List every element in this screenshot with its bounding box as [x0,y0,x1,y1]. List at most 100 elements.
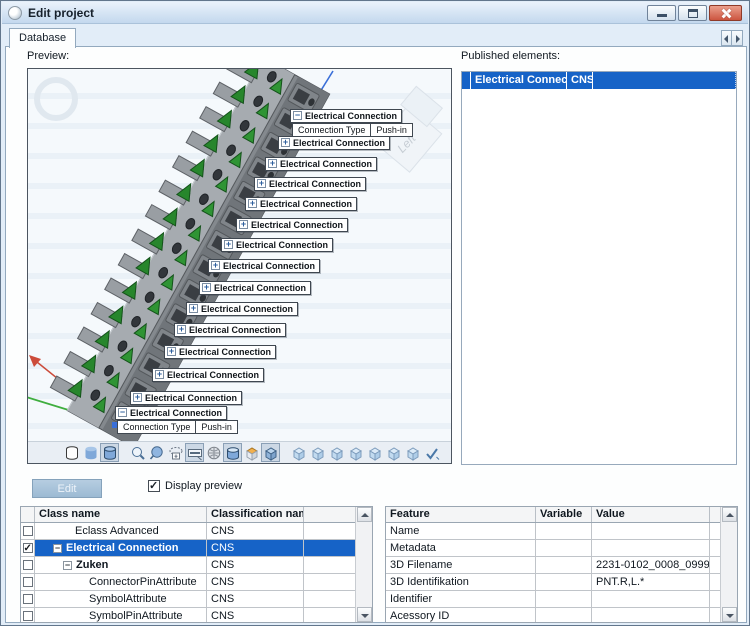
scroll-down-button[interactable] [722,607,737,622]
expand-icon[interactable]: + [268,159,277,168]
close-button[interactable] [709,5,742,21]
collapse-icon[interactable]: − [63,561,72,570]
class-row[interactable]: SymbolAttributeCNS [21,591,372,608]
checkbox-checked-icon[interactable] [148,480,160,492]
collapse-icon[interactable]: − [118,408,127,417]
column-header[interactable]: Classification name [207,507,304,522]
titlebar[interactable]: Edit project [2,2,748,24]
zoom-sphere-button[interactable] [147,443,166,462]
checkbox-unchecked-icon[interactable] [23,560,33,570]
view-cube-top-button[interactable] [365,443,384,462]
preview-3d-viewport[interactable]: Left −Electrical ConnectionConnection Ty… [27,68,452,464]
expand-icon[interactable]: + [224,240,233,249]
checkbox-checked-icon[interactable] [23,543,33,553]
class-table[interactable]: Class nameClassification nameEclass Adva… [20,506,373,623]
connection-callout[interactable]: +Electrical Connection [152,364,264,382]
class-row[interactable]: −Electrical ConnectionCNS [21,540,372,557]
column-header[interactable]: Class name [35,507,207,522]
expand-icon[interactable]: + [239,220,248,229]
section-cylinder-button[interactable] [223,443,242,462]
expand-icon[interactable]: + [133,393,142,402]
connection-callout[interactable]: +Electrical Connection [164,341,276,359]
row-checkbox-cell[interactable] [21,608,35,623]
connection-callout[interactable]: +Electrical Connection [265,153,377,171]
published-elements-list[interactable]: Electrical ConnectionCNS [461,71,737,465]
feature-row[interactable]: Identifier [386,591,737,608]
view-cube-left-button[interactable] [327,443,346,462]
view-cube-iso-button[interactable] [403,443,422,462]
published-element-row[interactable]: Electrical ConnectionCNS [462,72,736,89]
shaded-cylinder-button[interactable] [81,443,100,462]
orbit-button[interactable] [166,443,185,462]
expand-icon[interactable]: + [177,325,186,334]
scroll-up-button[interactable] [357,507,372,522]
wireframe-cylinder-button[interactable] [62,443,81,462]
feature-table[interactable]: FeatureVariableValueNameMetadata3D Filen… [385,506,738,623]
column-header[interactable]: Value [592,507,710,522]
scroll-up-button[interactable] [722,507,737,522]
connection-callout[interactable]: +Electrical Connection [245,193,357,211]
expand-icon[interactable]: + [202,283,211,292]
column-header[interactable] [304,507,357,522]
mesh-sphere-button[interactable] [204,443,223,462]
tab-scroll-left-button[interactable] [721,30,732,46]
checkbox-unchecked-icon[interactable] [23,526,33,536]
scroll-down-button[interactable] [357,607,372,622]
class-table-scrollbar[interactable] [355,507,372,622]
collapse-icon[interactable]: − [53,544,62,553]
expand-icon[interactable]: + [189,304,198,313]
connection-callout[interactable]: +Electrical Connection [254,173,366,191]
column-header[interactable]: Feature [386,507,536,522]
column-header[interactable] [21,507,35,522]
expand-icon[interactable]: + [257,179,266,188]
shaded-cube-button[interactable] [261,443,280,462]
tab-database[interactable]: Database [9,28,76,48]
expand-icon[interactable]: + [211,261,220,270]
expand-icon[interactable]: + [281,138,290,147]
connection-callout[interactable]: +Electrical Connection [174,319,286,337]
edit-button[interactable]: Edit [32,479,102,498]
connection-callout[interactable]: +Electrical Connection [199,277,311,295]
minimize-button[interactable] [647,5,676,21]
feature-row[interactable]: 3D IdentifikationPNT.R,L.* [386,574,737,591]
feature-row[interactable]: 3D Filename2231-0102_0008_0999-0962.3db [386,557,737,574]
apply-check-button[interactable] [422,443,441,462]
view-cube-right-button[interactable] [346,443,365,462]
class-row[interactable]: ConnectorPinAttributeCNS [21,574,372,591]
connection-callout[interactable]: −Electrical ConnectionConnection TypePus… [115,402,238,434]
display-preview-option[interactable]: Display preview [148,480,242,492]
checkbox-unchecked-icon[interactable] [23,577,33,587]
expand-icon[interactable]: + [155,370,164,379]
view-cube-bottom-button[interactable] [384,443,403,462]
feature-row[interactable]: Acessory ID [386,608,737,623]
column-header[interactable]: Variable [536,507,592,522]
feature-row[interactable]: Name [386,523,737,540]
class-row[interactable]: SymbolPinAttributeCNS [21,608,372,623]
shaded-edges-cylinder-button[interactable] [100,443,119,462]
class-row[interactable]: −ZukenCNS [21,557,372,574]
maximize-button[interactable] [678,5,707,21]
view-cube-front-button[interactable] [289,443,308,462]
connection-callout[interactable]: +Electrical Connection [236,214,348,232]
expand-icon[interactable]: + [248,199,257,208]
measure-button[interactable] [185,443,204,462]
row-checkbox-cell[interactable] [21,557,35,573]
zoom-button[interactable] [128,443,147,462]
row-checkbox-cell[interactable] [21,574,35,590]
connection-callout[interactable]: −Electrical ConnectionConnection TypePus… [290,105,413,137]
tab-scroll-right-button[interactable] [732,30,743,46]
class-row[interactable]: Eclass AdvancedCNS [21,523,372,540]
connection-callout[interactable]: +Electrical Connection [208,255,320,273]
connection-callout[interactable]: +Electrical Connection [130,387,242,405]
connection-callout[interactable]: +Electrical Connection [186,298,298,316]
feature-table-scrollbar[interactable] [720,507,737,622]
collapse-icon[interactable]: − [293,111,302,120]
view-cube-back-button[interactable] [308,443,327,462]
feature-row[interactable]: Metadata [386,540,737,557]
highlight-cube-button[interactable] [242,443,261,462]
expand-icon[interactable]: + [167,347,176,356]
checkbox-unchecked-icon[interactable] [23,594,33,604]
row-checkbox-cell[interactable] [21,540,35,556]
row-checkbox-cell[interactable] [21,523,35,539]
row-checkbox-cell[interactable] [21,591,35,607]
